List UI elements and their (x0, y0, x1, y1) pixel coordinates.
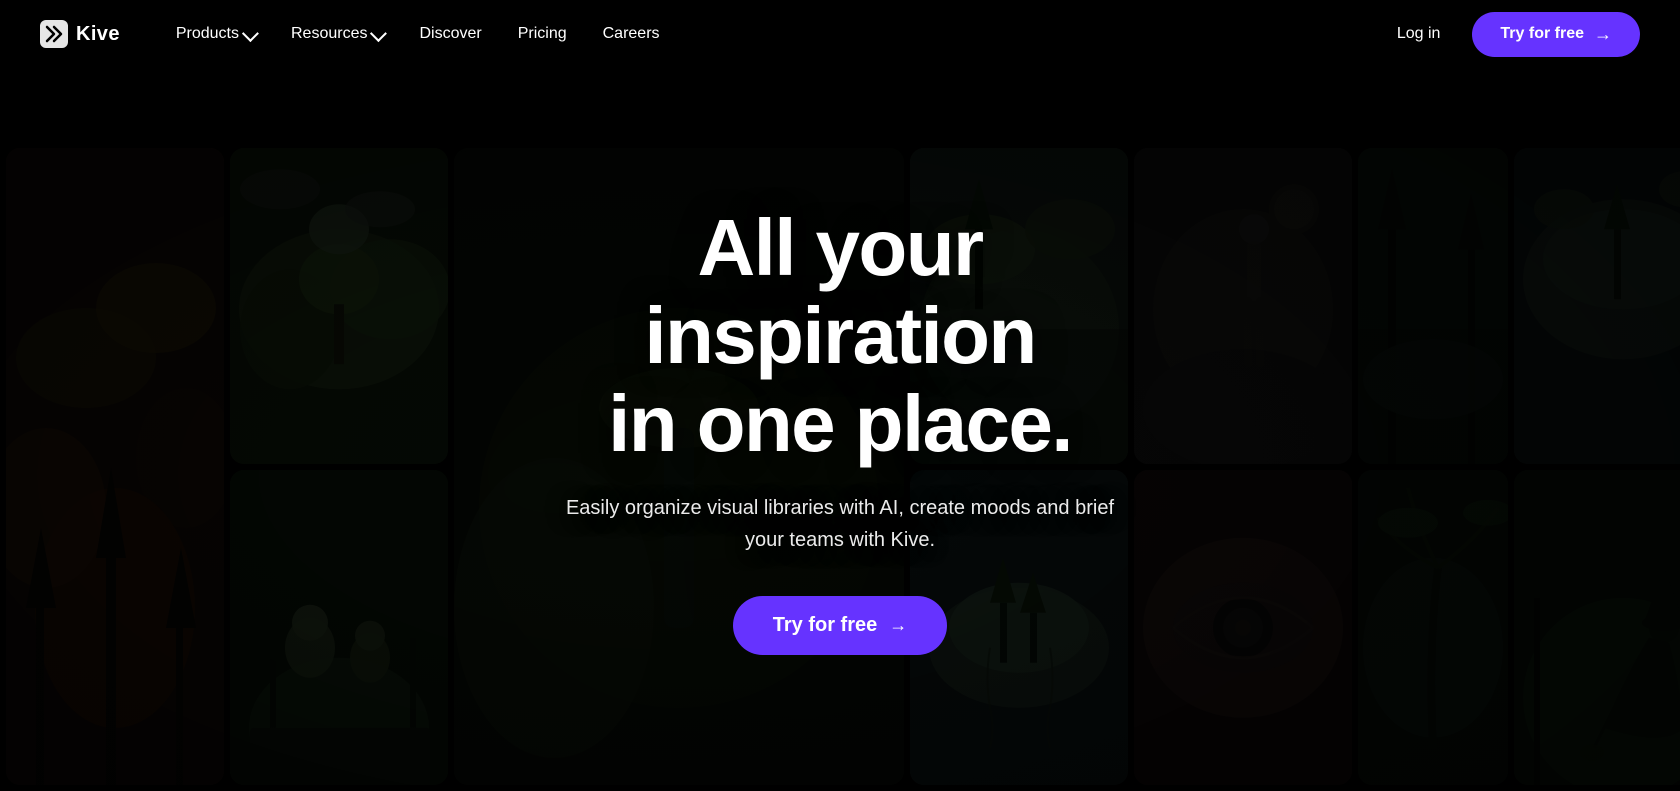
nav-right: Log in Try for free → (1381, 12, 1640, 57)
hero-subtitle: Easily organize visual libraries with AI… (550, 492, 1130, 556)
arrow-right-icon: → (889, 615, 907, 636)
nav-products[interactable]: Products (160, 17, 271, 51)
chevron-down-icon (242, 25, 259, 42)
logo-icon (40, 20, 68, 48)
nav-resources-label: Resources (291, 25, 367, 43)
logo-text: Kive (76, 23, 120, 46)
hero-cta-label: Try for free (773, 614, 877, 637)
login-button[interactable]: Log in (1381, 17, 1457, 51)
hero-content: All your inspiration in one place. Easil… (0, 68, 1680, 791)
nav-cta-button[interactable]: Try for free → (1472, 12, 1640, 57)
nav-discover[interactable]: Discover (403, 17, 497, 51)
nav-pricing[interactable]: Pricing (502, 17, 583, 51)
logo[interactable]: Kive (40, 20, 120, 48)
nav-discover-label: Discover (419, 25, 481, 43)
nav-pricing-label: Pricing (518, 25, 567, 43)
nav-careers[interactable]: Careers (587, 17, 676, 51)
navbar: Kive Products Resources Discover Pricing… (0, 0, 1680, 68)
hero-title-line2: in one place. (608, 379, 1072, 468)
chevron-down-icon (370, 25, 387, 42)
arrow-right-icon: → (1594, 24, 1612, 45)
hero-title: All your inspiration in one place. (500, 204, 1180, 468)
nav-careers-label: Careers (603, 25, 660, 43)
nav-cta-label: Try for free (1500, 25, 1584, 43)
hero-cta-button[interactable]: Try for free → (733, 596, 947, 655)
hero-section: All your inspiration in one place. Easil… (0, 0, 1680, 791)
nav-products-label: Products (176, 25, 239, 43)
nav-resources[interactable]: Resources (275, 17, 399, 51)
nav-links: Products Resources Discover Pricing Care… (160, 17, 1381, 51)
hero-title-line1: All your inspiration (644, 203, 1035, 380)
